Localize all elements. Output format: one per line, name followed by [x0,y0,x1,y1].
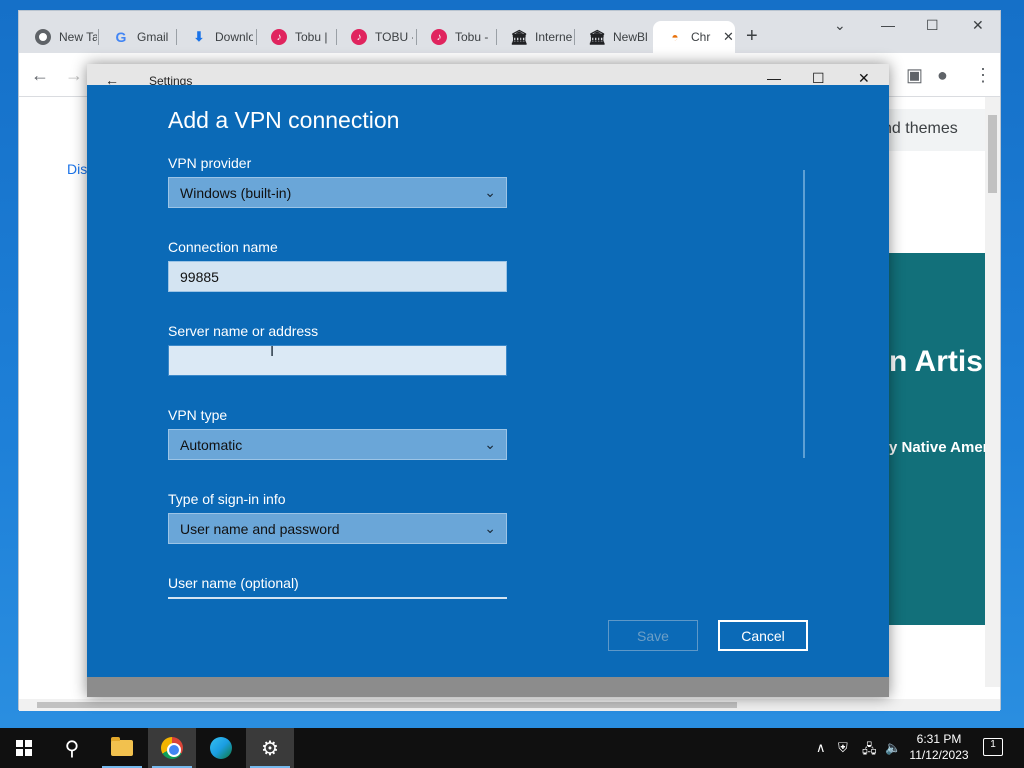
chevron-down-icon: ⌄ [484,184,496,200]
menu-kebab-icon[interactable]: ⋮ [974,65,992,86]
maximize-icon[interactable]: ☐ [926,17,939,34]
vpn-dialog: Add a VPN connection VPN provider Window… [87,85,889,677]
new-tab-button[interactable]: + [746,25,758,48]
download-icon: ⬇ [193,29,205,44]
side-panel-icon[interactable]: ▣ [906,65,923,86]
tab-label: NewBl [613,30,648,44]
vpn-type-value: Automatic [180,437,243,453]
tab-label: New Ta [59,30,97,44]
scroll-thumb[interactable] [988,115,997,193]
music-icon: ♪ [351,29,367,45]
volume-icon[interactable]: 🔈 [885,740,901,756]
tab-strip: New Ta G Gmail ⬇ Downlo ♪ Tobu | ♪ TOBU … [19,11,1000,53]
taskbar-settings[interactable]: ⚙ [246,728,294,768]
tab-tobu-1[interactable]: ♪ Tobu | [257,21,337,53]
vpn-provider-select[interactable]: Windows (built-in) ⌄ [168,177,507,208]
server-address-label: Server name or address [168,323,319,339]
back-arrow-icon[interactable]: ← [31,65,49,86]
notification-count: 1 [990,739,996,750]
tab-search-icon[interactable]: ⌄ [834,17,846,34]
music-icon: ♪ [431,29,447,45]
horizontal-scrollbar[interactable] [19,699,1000,711]
music-icon: ♪ [271,29,287,45]
vpn-type-select[interactable]: Automatic ⌄ [168,429,507,460]
tab-label: TOBU - [375,30,413,44]
dialog-scrollbar[interactable] [803,170,805,458]
tab-tobu-2[interactable]: ♪ TOBU - [337,21,417,53]
text-cursor-icon: Ι [270,343,275,360]
signin-type-select[interactable]: User name and password ⌄ [168,513,507,544]
security-icon[interactable]: ⛨ [838,740,848,756]
vpn-type-label: VPN type [168,407,228,423]
taskbar-chrome[interactable] [148,728,196,768]
tab-label: Downlo [215,30,253,44]
tab-newbl[interactable]: 🏛 NewBl [575,21,653,53]
connection-name-value: 99885 [180,269,219,285]
folder-icon [111,737,133,756]
chrome-icon [161,737,183,759]
signin-type-label: Type of sign-in info [168,491,286,507]
tab-label: Tobu | [295,30,328,44]
edge-icon [210,737,232,759]
tab-new-tab[interactable]: New Ta [21,21,99,53]
chevron-up-icon[interactable]: ∧ [816,740,826,756]
tab-downloads[interactable]: ⬇ Downlo [177,21,257,53]
chrome-icon [35,29,51,45]
tab-label: Interne [535,30,573,44]
taskbar-file-explorer[interactable] [98,728,146,768]
tab-tobu-3[interactable]: ♪ Tobu - [417,21,497,53]
banner-title: n Artis [889,345,983,378]
tab-internet-archive[interactable]: 🏛 Interne [497,21,575,53]
taskbar: ⚲ ⚙ ∧ ⛨ 🖧 🔈 6:31 PM 11/12/2023 1 [0,728,1024,768]
chevron-down-icon: ⌄ [484,520,496,536]
minimize-icon[interactable]: — [881,17,895,33]
server-address-input[interactable] [168,345,507,376]
close-tab-icon[interactable]: ✕ [723,29,734,45]
search-icon: ⚲ [64,737,80,760]
clock-time: 6:31 PM [916,732,962,746]
connection-name-label: Connection name [168,239,278,255]
dialog-heading: Add a VPN connection [168,107,400,133]
minimize-icon[interactable]: — [767,70,781,86]
forward-arrow-icon[interactable]: → [65,65,83,86]
settings-window: ← Settings — ☐ ✕ Add a VPN connection VP… [87,64,889,697]
chevron-down-icon: ⌄ [484,436,496,452]
notification-center-icon[interactable]: 1 [983,738,1003,756]
tab-chrome-web-store[interactable]: ◓ Chr ✕ [653,21,735,53]
promo-banner[interactable]: n Artis y Native Amer [889,253,985,625]
gear-icon: ⚙ [261,737,279,760]
taskbar-edge[interactable] [197,728,245,768]
tab-label: Tobu - [455,30,489,44]
username-label: User name (optional) [168,575,299,591]
system-clock[interactable]: 6:31 PM 11/12/2023 [904,731,974,763]
settings-bottom-bar [87,677,889,697]
cancel-button[interactable]: Cancel [718,620,808,651]
close-window-icon[interactable]: ✕ [972,17,984,34]
clock-date: 11/12/2023 [909,748,969,762]
search-button[interactable]: ⚲ [48,728,96,768]
connection-name-input[interactable]: 99885 [168,261,507,292]
page-nav-fragment[interactable]: Dis [67,161,87,177]
tab-label: Chr [691,30,711,44]
profile-icon[interactable]: ● [937,65,948,86]
vpn-provider-label: VPN provider [168,155,252,171]
windows-logo-icon [16,740,32,756]
username-input[interactable] [168,597,507,601]
google-icon: G [115,29,127,45]
tab-gmail[interactable]: G Gmail [99,21,177,53]
tab-label: Gmail [137,30,169,44]
vpn-provider-value: Windows (built-in) [180,185,292,201]
vertical-scrollbar[interactable] [985,97,1000,687]
scroll-thumb[interactable] [37,702,737,708]
archive-icon: 🏛 [510,28,528,45]
start-button[interactable] [0,728,48,768]
save-button[interactable]: Save [608,620,698,651]
archive-icon: 🏛 [588,28,606,45]
banner-subtitle: y Native Amer [889,439,985,456]
signin-type-value: User name and password [180,521,340,537]
chrome-web-store-icon: ◓ [671,30,679,44]
network-icon[interactable]: 🖧 [862,740,877,762]
